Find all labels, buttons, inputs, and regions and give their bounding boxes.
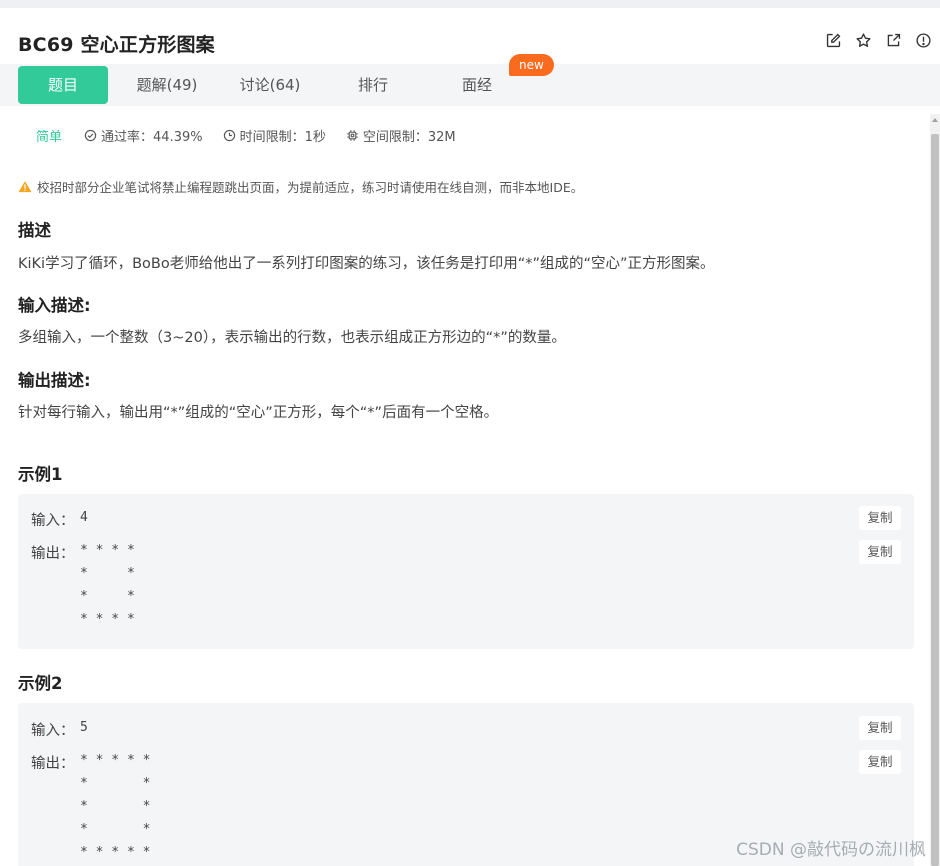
time-limit-text: 时间限制：1秒: [239, 130, 326, 145]
input-desc-text: 多组输入，一个整数（3~20），表示输出的行数，也表示组成正方形边的“*”的数量…: [18, 330, 566, 346]
example1-output-label: 输出：: [31, 546, 75, 562]
space-limit-text: 空间限制：32M: [362, 130, 456, 145]
example2-title: 示例2: [18, 674, 63, 693]
problem-title: BC69 空心正方形图案: [18, 34, 215, 56]
example1-input-label: 输入：: [31, 513, 75, 529]
example2-output-label: 输出：: [31, 756, 75, 772]
example2-output-value: * * * * * * * * * * * * * * * *: [80, 753, 151, 860]
description-text: KiKi学习了循环，BoBo老师给他出了一系列打印图案的练习，该任务是打印用“*…: [18, 256, 715, 272]
input-desc-title: 输入描述:: [18, 296, 91, 315]
external-link-icon[interactable]: [884, 31, 902, 49]
ide-notice: 校招时部分企业笔试将禁止编程题跳出页面，为提前适应，练习时请使用在线自测，而非本…: [18, 177, 583, 196]
example2-input-copy-button[interactable]: 复制: [859, 716, 901, 740]
warning-icon: [18, 181, 32, 193]
pass-rate: 通过率：44.39%: [84, 126, 203, 145]
clock-icon: [223, 129, 235, 142]
problem-tabs: 题目 题解(49) 讨论(64) 排行 面经 new: [0, 54, 940, 106]
new-badge: new: [509, 54, 554, 76]
example1-output-copy-button[interactable]: 复制: [859, 540, 901, 564]
example2-input-value: 5: [80, 720, 88, 735]
tab-discussion[interactable]: 讨论(64): [225, 66, 315, 104]
scroll-up-arrow-icon[interactable]: [932, 118, 938, 122]
csdn-watermark: CSDN @敲代码の流川枫: [736, 840, 926, 860]
star-icon[interactable]: [854, 31, 872, 49]
vertical-scrollbar[interactable]: [930, 114, 940, 866]
tab-problem[interactable]: 题目: [18, 66, 108, 104]
time-limit: 时间限制：1秒: [223, 126, 326, 145]
check-circle-icon: [84, 129, 97, 142]
problem-header: BC69 空心正方形图案: [0, 8, 940, 64]
example1-input-value: 4: [80, 510, 88, 525]
example2-input-label: 输入：: [31, 723, 75, 739]
output-desc-title: 输出描述:: [18, 371, 91, 390]
output-desc-text: 针对每行输入，输出用“*”组成的“空心”正方形，每个“*”后面有一个空格。: [18, 405, 499, 421]
info-icon[interactable]: [914, 31, 932, 49]
edit-icon[interactable]: [824, 31, 842, 49]
tab-ranking[interactable]: 排行: [328, 66, 418, 104]
example2-output-copy-button[interactable]: 复制: [859, 750, 901, 774]
pass-rate-text: 通过率：44.39%: [101, 130, 203, 145]
example1-input-copy-button[interactable]: 复制: [859, 506, 901, 530]
space-limit: 空间限制：32M: [346, 126, 456, 145]
notice-text: 校招时部分企业笔试将禁止编程题跳出页面，为提前适应，练习时请使用在线自测，而非本…: [37, 180, 584, 195]
example1-output-value: * * * * * * * * * * * *: [80, 543, 135, 627]
example1-title: 示例1: [18, 465, 63, 484]
top-strip: [0, 0, 940, 8]
example1-box: 输入： 4 复制 输出： * * * * * * * * * * * * 复制: [18, 494, 914, 649]
problem-meta: 简单 通过率：44.39% 时间限制：1秒 空间限制：32M: [36, 126, 476, 145]
description-title: 描述: [18, 221, 51, 240]
tab-solutions[interactable]: 题解(49): [122, 66, 212, 104]
header-actions: [824, 31, 932, 49]
difficulty-label: 简单: [36, 130, 63, 145]
chip-icon: [347, 130, 358, 141]
scrollbar-thumb[interactable]: [931, 134, 939, 866]
